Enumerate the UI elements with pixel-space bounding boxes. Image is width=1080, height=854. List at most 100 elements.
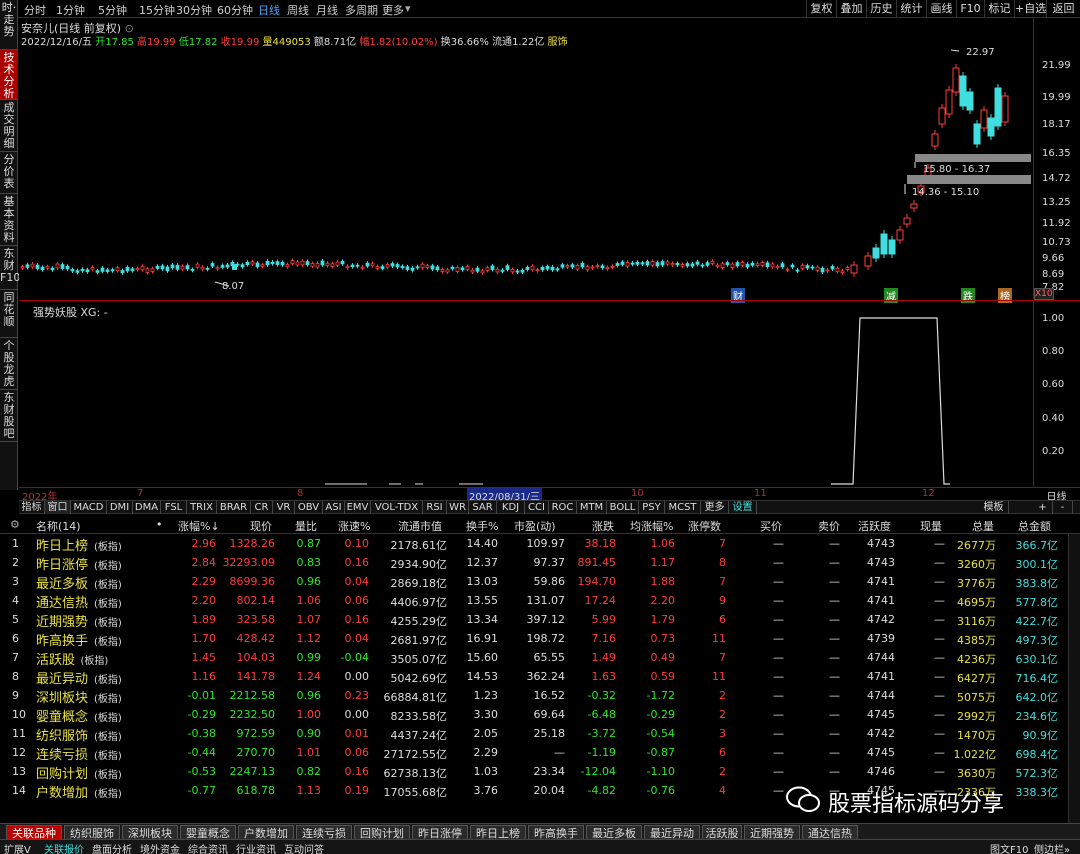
settings-tab[interactable]: 设置 bbox=[729, 501, 757, 514]
indicator-tab[interactable]: ROC bbox=[549, 501, 577, 514]
indicator-tab[interactable]: TRIX bbox=[187, 501, 217, 514]
status-item[interactable]: 综合资讯 bbox=[188, 841, 228, 854]
indicator-tab[interactable]: VOL-TDX bbox=[371, 501, 423, 514]
bottom-tab[interactable]: 通达信热 bbox=[802, 825, 858, 840]
table-row[interactable]: 9 深圳板块 (板指) -0.01 2212.58 0.96 0.23 66884.81亿 1.… bbox=[0, 686, 1080, 706]
table-row[interactable]: 11 纺织服饰 (板指) -0.38 972.59 0.90 0.01 4437.24亿 2.0… bbox=[0, 724, 1080, 744]
left-tab[interactable]: 东财股吧 bbox=[0, 390, 18, 442]
col-amount[interactable]: 总金额 bbox=[1018, 518, 1051, 534]
indicator-chart[interactable]: 强势妖股 XG: - bbox=[19, 300, 1033, 487]
col-ask[interactable]: 卖价 bbox=[818, 518, 840, 534]
indicator-tab[interactable]: OBV bbox=[295, 501, 323, 514]
indicator-tab[interactable]: MCST bbox=[665, 501, 701, 514]
fuquan-button[interactable]: 复权 bbox=[806, 0, 836, 18]
overlay-button[interactable]: 叠加 bbox=[836, 0, 866, 18]
table-row[interactable]: 4 通达信热 (板指) 2.20 802.14 1.06 0.06 4406.97亿 13.55… bbox=[0, 591, 1080, 611]
stats-button[interactable]: 统计 bbox=[896, 0, 926, 18]
left-tab[interactable]: 基本资料 bbox=[0, 194, 18, 246]
period-tab-active[interactable]: 日线 bbox=[258, 2, 280, 18]
bottom-tab[interactable]: 深圳板块 bbox=[122, 825, 178, 840]
bottom-tab[interactable]: 最近异动 bbox=[644, 825, 700, 840]
period-tab[interactable]: 分时 bbox=[24, 2, 46, 18]
indicator-tab[interactable]: WR bbox=[447, 501, 469, 514]
bottom-tab[interactable]: 昨日上榜 bbox=[470, 825, 526, 840]
axis-scale-tag[interactable]: X10 bbox=[1034, 288, 1054, 300]
table-row[interactable]: 7 活跃股 (板指) 1.45 104.03 0.99 -0.04 3505.07亿 15.60… bbox=[0, 648, 1080, 668]
kline-chart[interactable] bbox=[19, 18, 1033, 299]
indicator-tab[interactable]: 指标 bbox=[19, 501, 45, 514]
col-avg[interactable]: 均涨幅% bbox=[630, 518, 673, 534]
left-tab[interactable]: 同花顺 bbox=[0, 290, 18, 338]
col-activity[interactable]: 活跃度 bbox=[858, 518, 891, 534]
indicator-tab[interactable]: CR bbox=[251, 501, 273, 514]
period-tab[interactable]: 1分钟 bbox=[56, 2, 85, 18]
bottom-tab[interactable]: 户数增加 bbox=[238, 825, 294, 840]
col-pe[interactable]: 市盈(动) bbox=[514, 518, 556, 534]
indicator-tab[interactable]: EMV bbox=[345, 501, 371, 514]
col-turnover[interactable]: 换手% bbox=[466, 518, 498, 534]
status-item[interactable]: 行业资讯 bbox=[236, 841, 276, 854]
col-name[interactable]: 名称(14) bbox=[36, 518, 81, 534]
table-scrollbar[interactable] bbox=[1068, 534, 1080, 823]
period-tab[interactable]: 15分钟 bbox=[139, 2, 175, 18]
status-item[interactable]: 扩展V bbox=[4, 841, 31, 854]
indicator-tab[interactable]: DMI bbox=[107, 501, 133, 514]
indicator-tab[interactable]: VR bbox=[273, 501, 295, 514]
table-row[interactable]: 2 昨日涨停 (板指) 2.84 32293.09 0.83 0.16 2934.90亿 12.… bbox=[0, 553, 1080, 573]
indicator-tab[interactable]: 更多 bbox=[701, 501, 729, 514]
table-row[interactable]: 8 最近异动 (板指) 1.16 141.78 1.24 0.00 5042.69亿 14.53… bbox=[0, 667, 1080, 687]
add-watchlist-button[interactable]: +自选 bbox=[1014, 0, 1046, 18]
period-tab[interactable]: 30分钟 bbox=[176, 2, 212, 18]
period-tab[interactable]: 更多 bbox=[382, 2, 404, 18]
col-curvol[interactable]: 现量 bbox=[920, 518, 942, 534]
remove-window-button[interactable]: - bbox=[1053, 501, 1073, 514]
table-row[interactable]: 12 连续亏损 (板指) -0.44 270.70 1.01 0.06 27172.55亿 2.… bbox=[0, 743, 1080, 763]
back-button[interactable]: 返回 bbox=[1046, 0, 1080, 18]
bottom-tab[interactable]: 最近多板 bbox=[586, 825, 642, 840]
history-button[interactable]: 历史 bbox=[866, 0, 896, 18]
col-totalvol[interactable]: 总量 bbox=[972, 518, 994, 534]
col-change[interactable]: 涨跌 bbox=[592, 518, 614, 534]
bottom-tab[interactable]: 活跃股 bbox=[702, 825, 742, 840]
status-item[interactable]: 互动问答 bbox=[284, 841, 324, 854]
bottom-tab[interactable]: 连续亏损 bbox=[296, 825, 352, 840]
bottom-tab[interactable]: 昨日涨停 bbox=[412, 825, 468, 840]
indicator-tab[interactable]: RSI bbox=[423, 501, 447, 514]
indicator-tab[interactable]: DMA bbox=[133, 501, 161, 514]
indicator-tab[interactable]: 窗口 bbox=[45, 501, 71, 514]
col-pct[interactable]: 涨幅%↓ bbox=[178, 518, 220, 534]
period-tab[interactable]: 多周期 bbox=[345, 2, 378, 18]
table-row[interactable]: 10 婴童概念 (板指) -0.29 2232.50 1.00 0.00 8233.58亿 3.… bbox=[0, 705, 1080, 725]
table-row[interactable]: 1 昨日上榜 (板指) 2.96 1328.26 0.87 0.10 2178.61亿 14.4… bbox=[0, 534, 1080, 554]
period-tab[interactable]: 5分钟 bbox=[98, 2, 127, 18]
more-dropdown-icon[interactable]: ▾ bbox=[405, 2, 411, 15]
bottom-tab[interactable]: 回购计划 bbox=[354, 825, 410, 840]
indicator-tab[interactable]: KDJ bbox=[497, 501, 525, 514]
left-tab[interactable]: 东财F10 bbox=[0, 246, 20, 290]
status-item[interactable]: 境外资金 bbox=[140, 841, 180, 854]
table-row[interactable]: 13 回购计划 (板指) -0.53 2247.13 0.82 0.16 62738.13亿 1… bbox=[0, 762, 1080, 782]
template-button[interactable]: 模板 bbox=[979, 501, 1009, 514]
left-tab-active[interactable]: 技术分析 bbox=[0, 50, 18, 100]
gear-icon[interactable]: ⚙ bbox=[10, 518, 20, 531]
bottom-tab[interactable]: 近期强势 bbox=[744, 825, 800, 840]
left-tab[interactable]: 时·走势 bbox=[0, 0, 18, 50]
status-item[interactable]: 盘面分析 bbox=[92, 841, 132, 854]
left-tab[interactable]: 个股龙虎 bbox=[0, 338, 18, 390]
bottom-tab[interactable]: 昨高换手 bbox=[528, 825, 584, 840]
indicator-tab[interactable]: CCI bbox=[525, 501, 549, 514]
indicator-tab[interactable]: PSY bbox=[639, 501, 665, 514]
period-tab[interactable]: 60分钟 bbox=[217, 2, 253, 18]
bottom-tab[interactable]: 婴童概念 bbox=[180, 825, 236, 840]
f10-button[interactable]: F10 bbox=[956, 0, 984, 18]
period-tab[interactable]: 月线 bbox=[316, 2, 338, 18]
sector-link[interactable]: 服饰 bbox=[548, 37, 568, 48]
status-item[interactable]: 侧边栏» bbox=[1034, 841, 1070, 854]
table-row[interactable]: 5 近期强势 (板指) 1.89 323.58 1.07 0.16 4255.29亿 13.34… bbox=[0, 610, 1080, 630]
col-bid[interactable]: 买价 bbox=[760, 518, 782, 534]
indicator-tab[interactable]: BRAR bbox=[217, 501, 251, 514]
indicator-tab[interactable]: MTM bbox=[577, 501, 607, 514]
status-item[interactable]: 图文F10 bbox=[990, 841, 1028, 854]
indicator-tab[interactable]: MACD bbox=[71, 501, 107, 514]
col-price[interactable]: 现价 bbox=[250, 518, 272, 534]
